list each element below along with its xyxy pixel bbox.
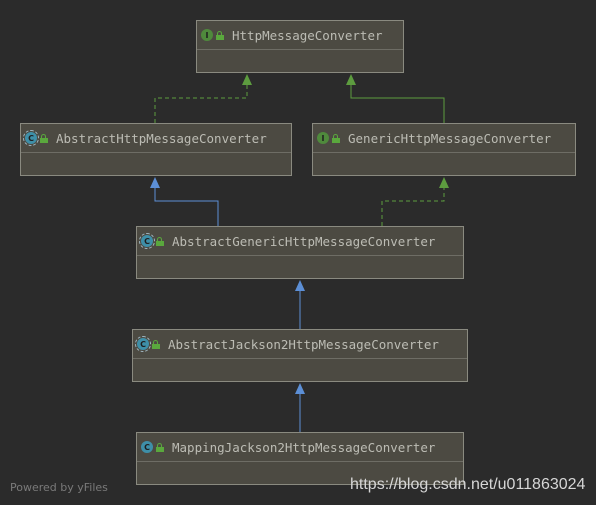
arrowhead-icon bbox=[242, 74, 252, 85]
arrowhead-icon bbox=[150, 177, 160, 188]
abstract-class-icon: C bbox=[23, 130, 39, 146]
class-node-http-message-converter[interactable]: I HttpMessageConverter bbox=[196, 20, 404, 73]
powered-by-label: Powered by yFiles bbox=[10, 481, 108, 494]
lock-icon bbox=[156, 236, 164, 246]
edge-line-implements bbox=[381, 188, 445, 226]
node-name: MappingJackson2HttpMessageConverter bbox=[172, 439, 436, 455]
arrowhead-icon bbox=[439, 177, 449, 188]
abstract-class-icon: C bbox=[135, 336, 151, 352]
abstract-class-icon: C bbox=[139, 233, 155, 249]
arrowhead-icon bbox=[346, 74, 356, 85]
interface-icon: I bbox=[201, 29, 213, 41]
node-header: C AbstractGenericHttpMessageConverter bbox=[137, 227, 463, 256]
node-header: I HttpMessageConverter bbox=[197, 21, 403, 50]
interface-icon: I bbox=[317, 132, 329, 144]
node-header: C AbstractJackson2HttpMessageConverter bbox=[133, 330, 467, 359]
class-icon: C bbox=[141, 441, 153, 453]
edge-line-implements bbox=[154, 85, 248, 123]
lock-icon bbox=[332, 133, 340, 143]
node-name: AbstractHttpMessageConverter bbox=[56, 130, 267, 146]
lock-icon bbox=[152, 339, 160, 349]
class-node-abstract-jackson2-http-message-converter[interactable]: C AbstractJackson2HttpMessageConverter bbox=[132, 329, 468, 382]
class-node-abstract-http-message-converter[interactable]: C AbstractHttpMessageConverter bbox=[20, 123, 292, 176]
class-node-generic-http-message-converter[interactable]: I GenericHttpMessageConverter bbox=[312, 123, 576, 176]
node-header: C MappingJackson2HttpMessageConverter bbox=[137, 433, 463, 462]
edge-line-extends bbox=[154, 188, 219, 226]
lock-icon bbox=[40, 133, 48, 143]
lock-icon bbox=[216, 30, 224, 40]
edge-line-extends-interface bbox=[350, 85, 445, 123]
node-name: AbstractGenericHttpMessageConverter bbox=[172, 233, 436, 249]
lock-icon bbox=[156, 442, 164, 452]
watermark-url: https://blog.csdn.net/u011863024 bbox=[350, 476, 586, 493]
arrowhead-icon bbox=[295, 280, 305, 291]
arrowhead-icon bbox=[295, 383, 305, 394]
class-node-abstract-generic-http-message-converter[interactable]: C AbstractGenericHttpMessageConverter bbox=[136, 226, 464, 279]
node-header: I GenericHttpMessageConverter bbox=[313, 124, 575, 153]
node-name: GenericHttpMessageConverter bbox=[348, 130, 552, 146]
node-header: C AbstractHttpMessageConverter bbox=[21, 124, 291, 153]
node-name: AbstractJackson2HttpMessageConverter bbox=[168, 336, 439, 352]
node-name: HttpMessageConverter bbox=[232, 27, 383, 43]
